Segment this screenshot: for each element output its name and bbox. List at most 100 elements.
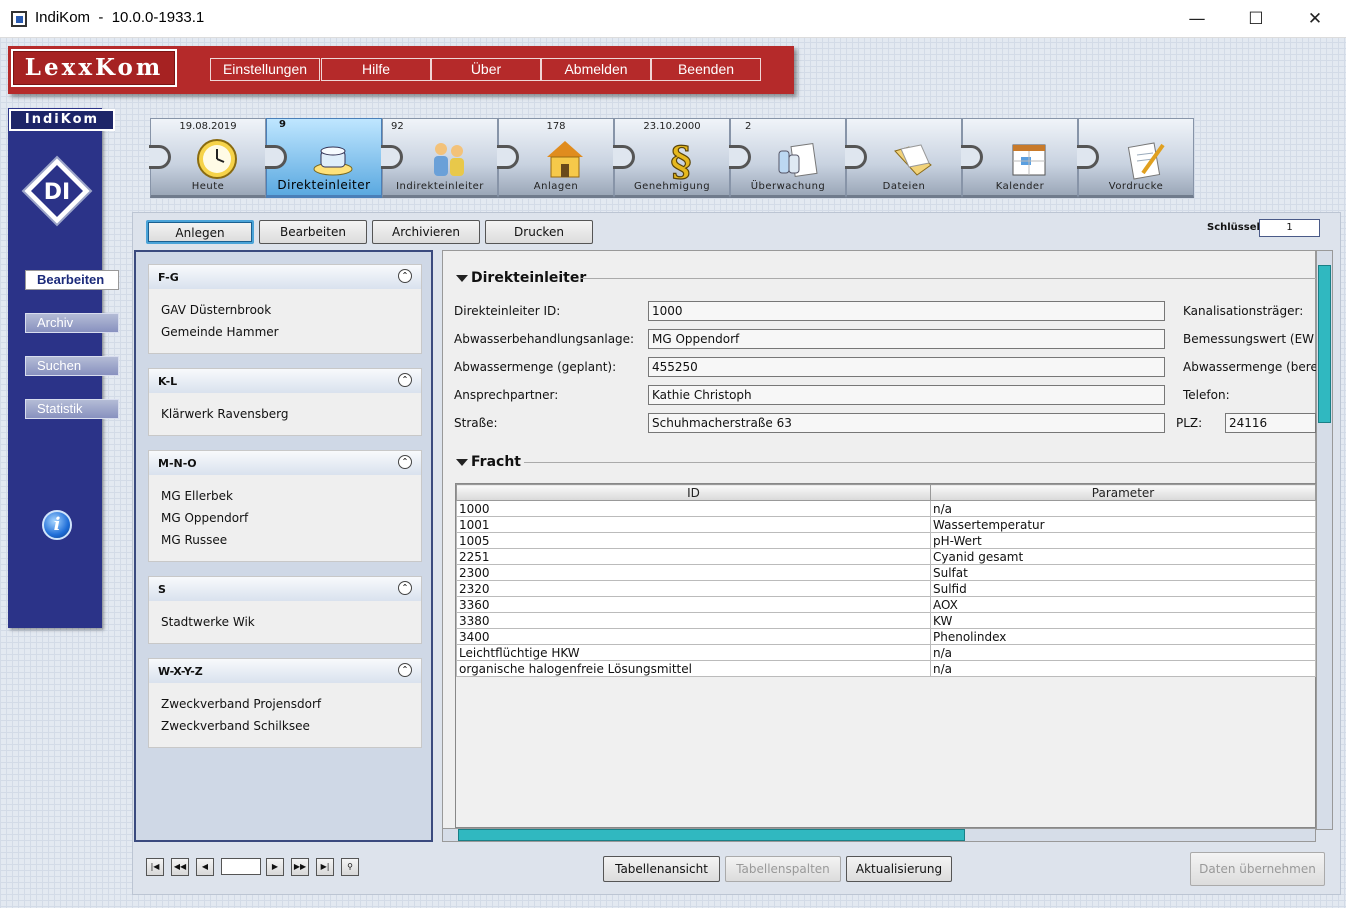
cell-id: organische halogenfreie Lösungsmittel: [456, 660, 931, 677]
column-header-id[interactable]: ID: [456, 484, 931, 501]
table-row[interactable]: 3400 Phenolindex: [456, 628, 1316, 645]
list-item[interactable]: Gemeinde Hammer: [161, 325, 279, 339]
schluessel-field[interactable]: 1: [1259, 219, 1320, 237]
column-header-parameter[interactable]: Parameter: [930, 484, 1316, 501]
menu-einstellungen[interactable]: Einstellungen: [210, 58, 320, 81]
collapse-icon[interactable]: ⌃: [398, 663, 412, 677]
cell-id: 1000: [456, 500, 931, 517]
daten-uebernehmen-button[interactable]: Daten übernehmen: [1190, 852, 1325, 886]
tab-anlagen[interactable]: 178 Anlagen: [497, 118, 614, 198]
section-fracht[interactable]: Fracht: [456, 454, 521, 470]
tabellenansicht-button[interactable]: Tabellenansicht: [603, 856, 720, 882]
menu-abmelden[interactable]: Abmelden: [541, 58, 651, 81]
nav-statistik[interactable]: Statistik: [25, 399, 119, 419]
list-group: S ⌃ Stadtwerke Wik: [148, 576, 422, 644]
group-header: S ⌃: [149, 577, 421, 601]
table-row[interactable]: 3360 AOX: [456, 596, 1316, 613]
nav-suchen[interactable]: Suchen: [25, 356, 119, 376]
abwassermenge-field[interactable]: 455250: [648, 357, 1165, 377]
cell-parameter: pH-Wert: [930, 532, 1316, 549]
last-page-icon[interactable]: ▶|: [316, 858, 334, 876]
indikom-brand: IndiKom: [9, 109, 115, 131]
tab-ueberwachung[interactable]: 2 Überwachung: [729, 118, 846, 198]
list-group: K-L ⌃ Klärwerk Ravensberg: [148, 368, 422, 436]
tabellenspalten-button[interactable]: Tabellenspalten: [725, 856, 841, 882]
list-item[interactable]: Klärwerk Ravensberg: [161, 407, 289, 421]
nav-archiv[interactable]: Archiv: [25, 313, 119, 333]
direkteinleiter-id-field[interactable]: 1000: [648, 301, 1165, 321]
cell-parameter: Cyanid gesamt: [930, 548, 1316, 565]
tab-kalender[interactable]: Kalender: [961, 118, 1078, 198]
tab-vordrucke[interactable]: Vordrucke: [1077, 118, 1194, 198]
abwasserbehandlungsanlage-field[interactable]: MG Oppendorf: [648, 329, 1165, 349]
cell-parameter: n/a: [930, 644, 1316, 661]
prev-page-icon[interactable]: ◀: [196, 858, 214, 876]
search-icon[interactable]: ⚲: [341, 858, 359, 876]
tab-direkteinleiter[interactable]: 9 Direkteinleiter: [265, 118, 382, 198]
kanalisationstraeger-label: Kanalisationsträger:: [1183, 304, 1304, 318]
cell-parameter: AOX: [930, 596, 1316, 613]
info-icon[interactable]: i: [42, 510, 72, 540]
cell-id: 3380: [456, 612, 931, 629]
vertical-scroll-thumb[interactable]: [1318, 265, 1331, 423]
list-item[interactable]: Zweckverband Projensdorf: [161, 697, 321, 711]
minimize-button[interactable]: —: [1168, 0, 1226, 38]
table-row[interactable]: 1000 n/a: [456, 500, 1316, 517]
table-row[interactable]: 3380 KW: [456, 612, 1316, 629]
tab-count: 178: [546, 121, 566, 132]
window-title: IndiKom - 10.0.0-1933.1: [35, 9, 205, 26]
next-block-icon[interactable]: ▶▶: [291, 858, 309, 876]
table-row[interactable]: organische halogenfreie Lösungsmittel n/a: [456, 660, 1316, 677]
cell-id: Leichtflüchtige HKW: [456, 644, 931, 661]
plz-field[interactable]: 24116: [1225, 413, 1316, 433]
collapse-icon[interactable]: ⌃: [398, 455, 412, 469]
archivieren-button[interactable]: Archivieren: [372, 220, 480, 244]
tab-label: Indirekteinleiter: [396, 181, 484, 192]
table-row[interactable]: 2251 Cyanid gesamt: [456, 548, 1316, 565]
drucken-button[interactable]: Drucken: [485, 220, 593, 244]
di-logo-icon: DI: [21, 155, 93, 227]
first-page-icon[interactable]: |◀: [146, 858, 164, 876]
cell-id: 3360: [456, 596, 931, 613]
strasse-field[interactable]: Schuhmacherstraße 63: [648, 413, 1165, 433]
prev-block-icon[interactable]: ◀◀: [171, 858, 189, 876]
aktualisierung-button[interactable]: Aktualisierung: [846, 856, 952, 882]
section-direkteinleiter[interactable]: Direkteinleiter: [456, 270, 586, 286]
list-item[interactable]: MG Oppendorf: [161, 511, 248, 525]
collapse-icon[interactable]: ⌃: [398, 269, 412, 283]
ansprechpartner-field[interactable]: Kathie Christoph: [648, 385, 1165, 405]
list-group: W-X-Y-Z ⌃ Zweckverband Projensdorf Zweckv…: [148, 658, 422, 748]
next-page-icon[interactable]: ▶: [266, 858, 284, 876]
list-item[interactable]: MG Russee: [161, 533, 227, 547]
collapse-icon[interactable]: ⌃: [398, 373, 412, 387]
maximize-button[interactable]: ☐: [1227, 0, 1285, 38]
table-row[interactable]: Leichtflüchtige HKW n/a: [456, 644, 1316, 661]
tab-indirekteinleiter[interactable]: 92 Indirekteinleiter: [381, 118, 498, 198]
table-row[interactable]: 1001 Wassertemperatur: [456, 516, 1316, 533]
tab-label: Genehmigung: [633, 181, 711, 192]
menu-ueber[interactable]: Über: [431, 58, 541, 81]
list-item[interactable]: Stadtwerke Wik: [161, 615, 255, 629]
menu-beenden[interactable]: Beenden: [651, 58, 761, 81]
anlegen-button[interactable]: Anlegen: [146, 220, 254, 244]
collapse-icon[interactable]: ⌃: [398, 581, 412, 595]
table-row[interactable]: 2320 Sulfid: [456, 580, 1316, 597]
bearbeiten-button[interactable]: Bearbeiten: [259, 220, 367, 244]
cell-parameter: Wassertemperatur: [930, 516, 1316, 533]
list-item[interactable]: MG Ellerbek: [161, 489, 233, 503]
group-header: W-X-Y-Z ⌃: [149, 659, 421, 683]
table-row[interactable]: 1005 pH-Wert: [456, 532, 1316, 549]
abwasserbehandlungsanlage-label: Abwasserbehandlungsanlage:: [454, 332, 635, 346]
tab-dateien[interactable]: Dateien: [845, 118, 962, 198]
list-item[interactable]: GAV Düsternbrook: [161, 303, 271, 317]
telefon-label: Telefon:: [1183, 388, 1230, 402]
nav-bearbeiten[interactable]: Bearbeiten: [25, 270, 119, 290]
menu-hilfe[interactable]: Hilfe: [321, 58, 431, 81]
tab-heute[interactable]: 19.08.2019 Heute: [149, 118, 266, 198]
table-row[interactable]: 2300 Sulfat: [456, 564, 1316, 581]
horizontal-scroll-thumb[interactable]: [458, 829, 965, 841]
close-button[interactable]: ✕: [1286, 0, 1344, 38]
tab-genehmigung[interactable]: 23.10.2000 § Genehmigung: [613, 118, 730, 198]
list-item[interactable]: Zweckverband Schilksee: [161, 719, 310, 733]
page-input[interactable]: [221, 858, 261, 875]
